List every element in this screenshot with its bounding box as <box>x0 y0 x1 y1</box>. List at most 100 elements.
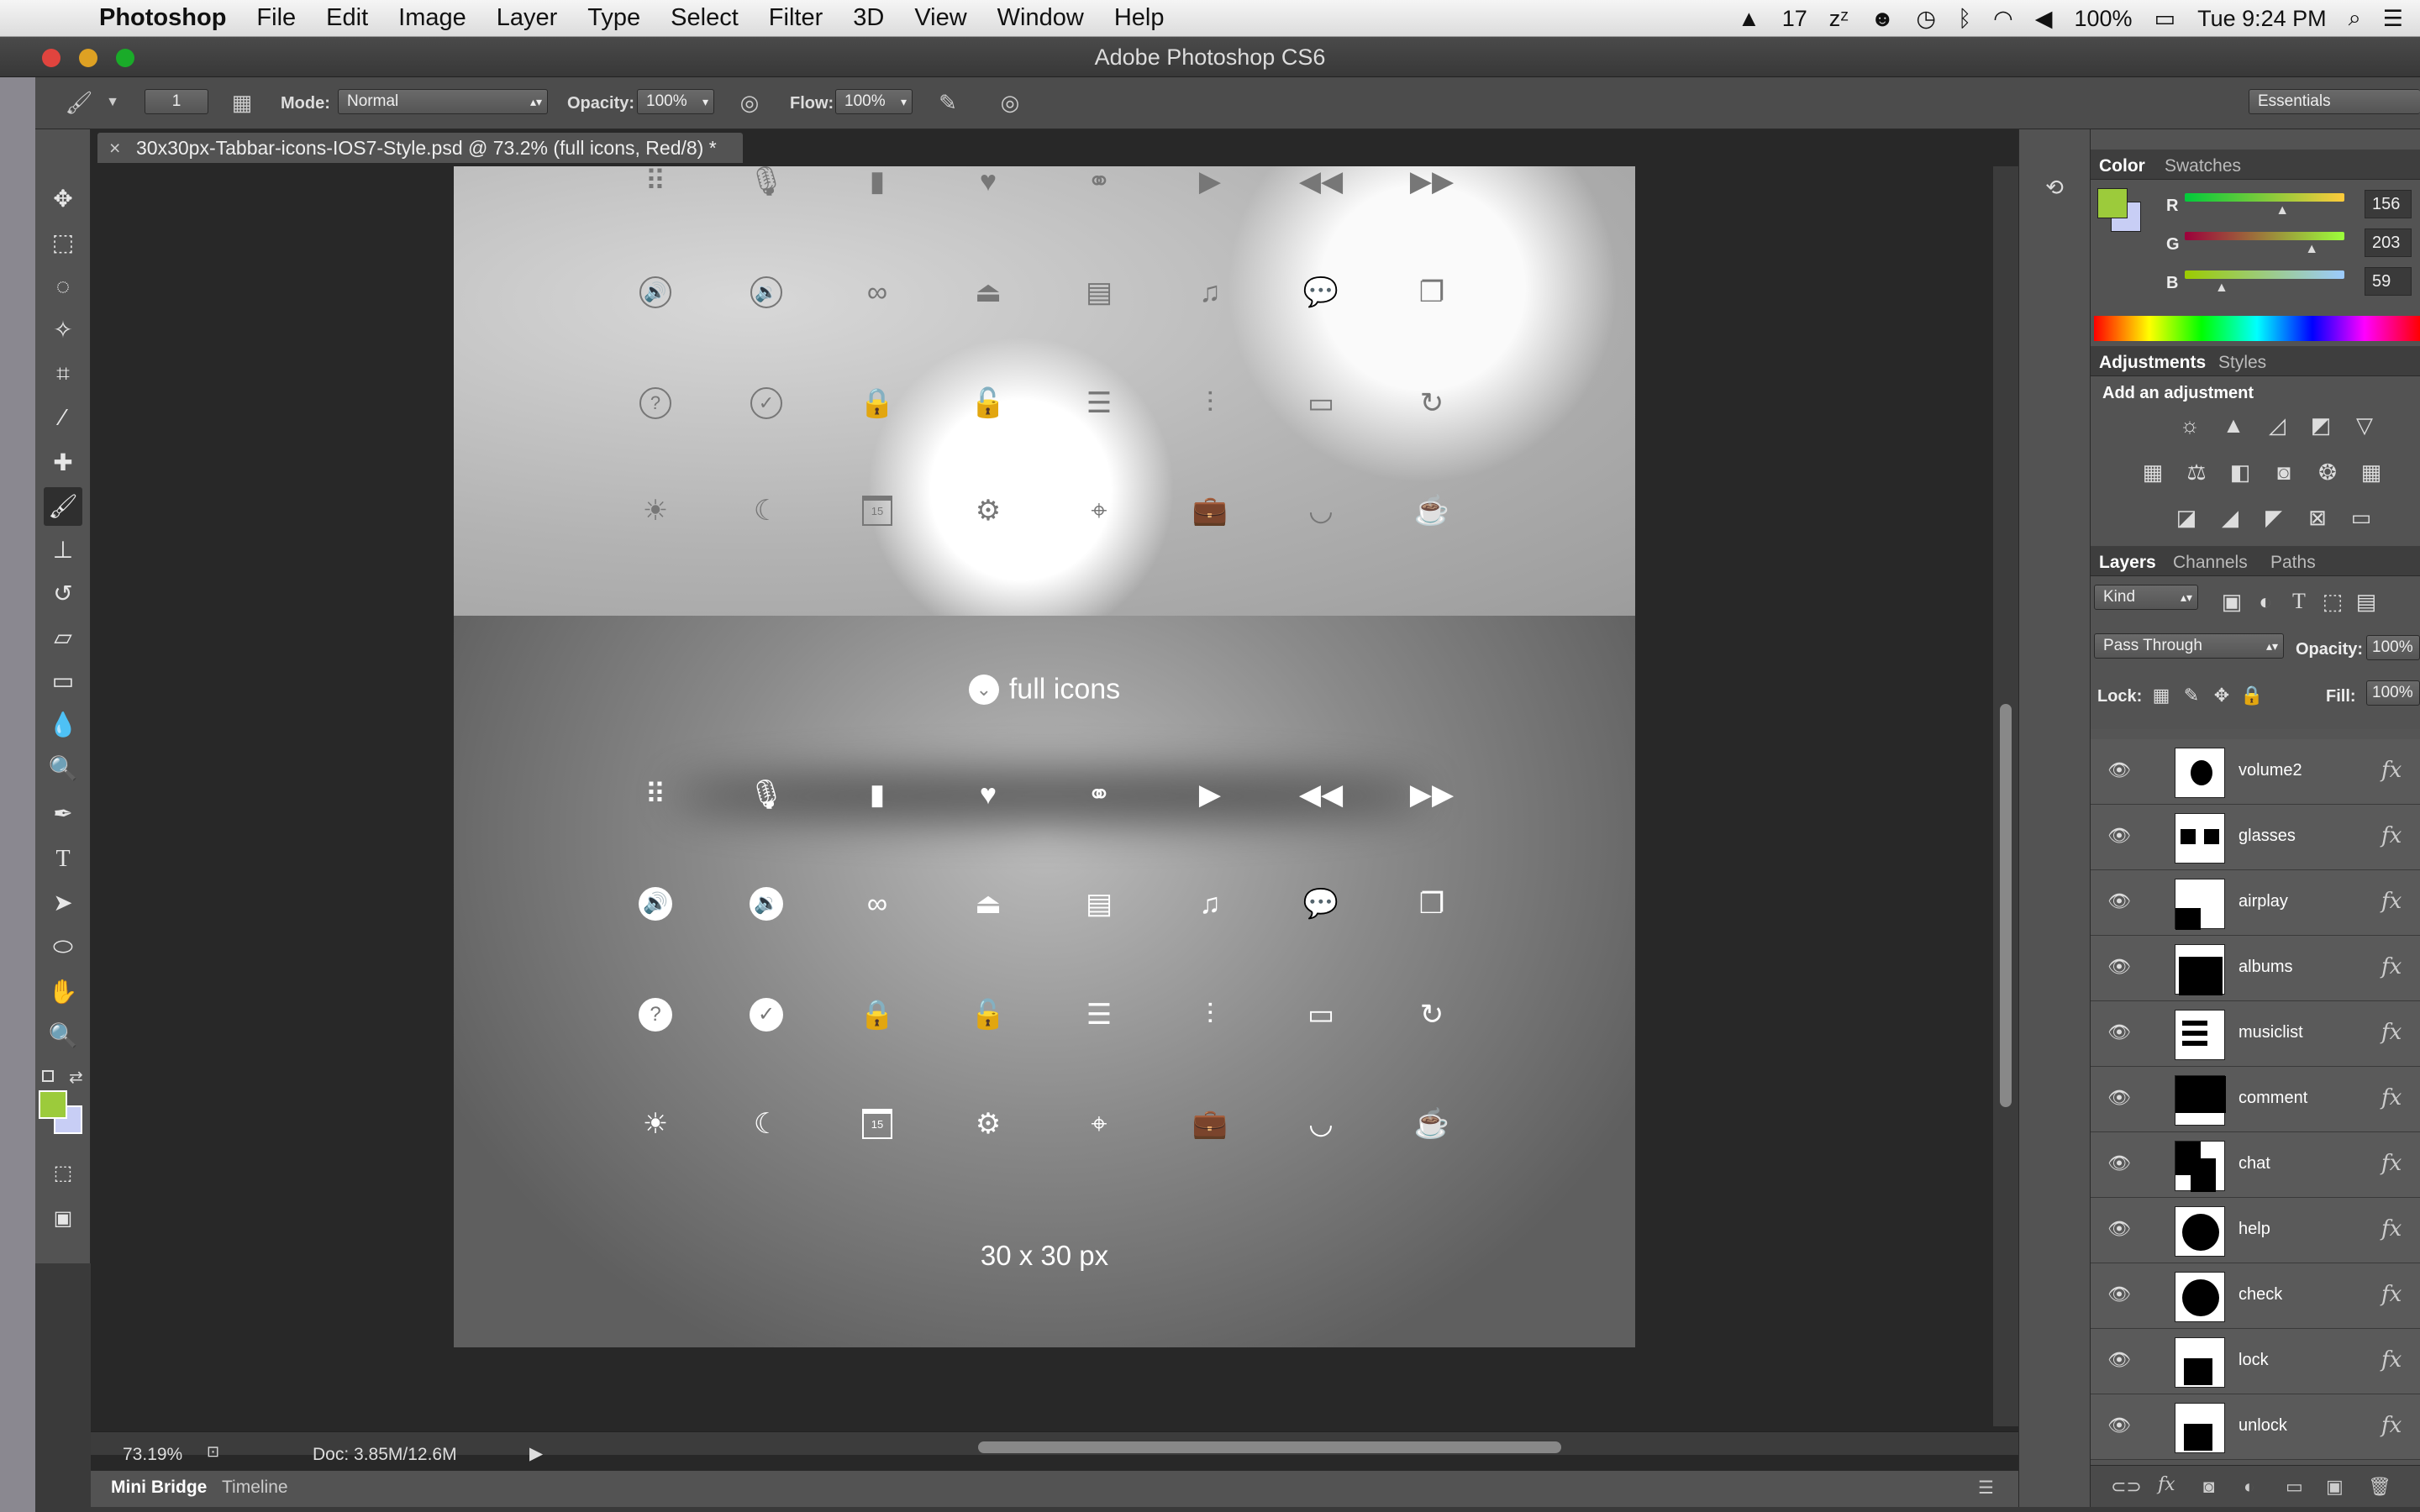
lasso-tool-icon[interactable]: ◌ <box>44 267 82 306</box>
visibility-eye-icon[interactable]: 👁 <box>2107 956 2131 978</box>
layer-effects-icon[interactable]: fx <box>2381 1282 2402 1307</box>
layer-row[interactable]: 👁 glasses fx <box>2091 805 2420 870</box>
horizontal-scroll-thumb[interactable] <box>978 1441 1561 1453</box>
channel-mixer-adjustment-icon[interactable]: ❂ <box>2312 457 2343 487</box>
menu-filter[interactable]: Filter <box>754 4 838 32</box>
layer-name[interactable]: volume2 <box>2238 761 2302 780</box>
color-balance-adjustment-icon[interactable]: ⚖ <box>2181 457 2212 487</box>
tab-swatches[interactable]: Swatches <box>2165 156 2241 176</box>
status-info-icon[interactable]: ⊡ <box>207 1443 219 1461</box>
foreground-color-swatch[interactable] <box>39 1090 67 1119</box>
swap-colors-icon[interactable]: ⇄ <box>69 1067 83 1088</box>
document-canvas[interactable]: ⠿ 🎙 ▮ ♥ ⚭ ▶ ◀◀ ▶▶ 🔊 🔉 ∞ ⏏ ▤ ♫ 💬 ❐? ✓ 🔒 🔓 ☰ ⫶ ▭ ↻ ☀ ☾ 15 ⚙ ⌖ 💼 ◡ ☕ ⌄ ful… <box>454 166 1635 1347</box>
lock-transparency-icon[interactable]: ▦ <box>2146 680 2176 711</box>
preset-dropdown-icon[interactable]: ▼ <box>97 87 128 118</box>
layer-name[interactable]: lock <box>2238 1351 2269 1370</box>
new-layer-icon[interactable]: ▣ <box>2326 1476 2344 1498</box>
wifi-icon[interactable]: ◠ <box>1993 6 2013 32</box>
layer-effects-icon[interactable]: fx <box>2381 1020 2402 1045</box>
visibility-eye-icon[interactable]: 👁 <box>2107 825 2131 847</box>
layer-effects-icon[interactable]: fx <box>2381 1413 2402 1438</box>
visibility-eye-icon[interactable]: 👁 <box>2107 1415 2131 1436</box>
layer-name[interactable]: help <box>2238 1220 2270 1239</box>
layer-name[interactable]: comment <box>2238 1089 2307 1108</box>
hand-tool-icon[interactable]: ✋ <box>44 973 82 1011</box>
layer-row[interactable]: 👁 musiclist fx <box>2091 1001 2420 1067</box>
threshold-adjustment-icon[interactable]: ◤ <box>2259 502 2289 533</box>
blue-slider[interactable] <box>2185 270 2344 279</box>
gradient-map-adjustment-icon[interactable]: ▭ <box>2346 502 2376 533</box>
notification-list-icon[interactable]: ☰ <box>2383 6 2403 32</box>
tab-color[interactable]: Color <box>2099 156 2145 176</box>
visibility-eye-icon[interactable]: 👁 <box>2107 1284 2131 1305</box>
layer-effects-icon[interactable]: fx <box>2381 1151 2402 1176</box>
menu-3d[interactable]: 3D <box>838 4 899 32</box>
smart-object-filter-icon[interactable]: ▤ <box>2351 586 2381 617</box>
visibility-eye-icon[interactable]: 👁 <box>2107 1349 2131 1371</box>
layer-effects-icon[interactable]: fx <box>2381 1347 2402 1373</box>
brush-size-picker[interactable]: 1 <box>145 89 208 114</box>
fill-field[interactable]: 100% <box>2366 680 2420 706</box>
tab-mini-bridge[interactable]: Mini Bridge <box>111 1478 207 1498</box>
layer-style-icon[interactable]: fx <box>2158 1474 2175 1495</box>
mode-select[interactable]: Normal ▴▾ <box>338 89 548 114</box>
invert-adjustment-icon[interactable]: ◪ <box>2171 502 2202 533</box>
marquee-tool-icon[interactable]: ⬚ <box>44 223 82 262</box>
add-mask-icon[interactable]: ◙ <box>2203 1476 2214 1498</box>
menu-select[interactable]: Select <box>655 4 754 32</box>
shape-layer-filter-icon[interactable]: ⬚ <box>2317 586 2348 617</box>
healing-brush-tool-icon[interactable]: ✚ <box>44 444 82 482</box>
close-tab-icon[interactable]: × <box>109 133 120 163</box>
battery-icon[interactable]: ▭ <box>2154 6 2176 32</box>
tab-adjustments[interactable]: Adjustments <box>2099 353 2206 373</box>
red-value-field[interactable]: 156 <box>2365 190 2412 218</box>
menu-app-name[interactable]: Photoshop <box>84 4 241 32</box>
type-layer-filter-icon[interactable]: T <box>2284 586 2314 617</box>
vibrance-adjustment-icon[interactable]: ▽ <box>2349 410 2380 440</box>
curves-adjustment-icon[interactable]: ◿ <box>2262 410 2292 440</box>
layer-effects-icon[interactable]: fx <box>2381 954 2402 979</box>
layer-effects-icon[interactable]: fx <box>2381 1216 2402 1242</box>
tab-paths[interactable]: Paths <box>2270 553 2316 573</box>
tab-layers[interactable]: Layers <box>2099 553 2156 573</box>
workspace-switcher[interactable]: Essentials <box>2249 89 2420 114</box>
red-slider-thumb[interactable]: ▲ <box>2275 203 2289 218</box>
move-tool-icon[interactable]: ✥ <box>44 180 82 218</box>
foreground-color-chip[interactable] <box>2097 188 2128 218</box>
adjustment-layer-filter-icon[interactable]: ◐ <box>2250 586 2281 617</box>
brush-panel-toggle-icon[interactable]: ▦ <box>227 87 257 118</box>
selective-color-adjustment-icon[interactable]: ⊠ <box>2302 502 2333 533</box>
layer-name[interactable]: albums <box>2238 958 2292 977</box>
zoom-level[interactable]: 73.19% <box>123 1445 182 1465</box>
layer-name[interactable]: unlock <box>2238 1416 2287 1436</box>
blue-value-field[interactable]: 59 <box>2365 267 2412 296</box>
default-colors-icon[interactable] <box>42 1070 54 1082</box>
layer-row[interactable]: 👁 comment fx <box>2091 1067 2420 1132</box>
pressure-opacity-icon[interactable]: ◎ <box>734 87 765 118</box>
exposure-adjustment-icon[interactable]: ◩ <box>2306 410 2336 440</box>
spotlight-search-icon[interactable]: ⌕ <box>2349 5 2361 32</box>
menu-help[interactable]: Help <box>1099 4 1180 32</box>
dodge-tool-icon[interactable]: 🔍 <box>44 749 82 788</box>
adobe-icon[interactable]: ▲ <box>1738 6 1760 32</box>
pressure-size-icon[interactable]: ◎ <box>995 87 1025 118</box>
menu-file[interactable]: File <box>241 4 311 32</box>
visibility-eye-icon[interactable]: 👁 <box>2107 759 2131 781</box>
bluetooth-icon[interactable]: ᛒ <box>1958 6 1971 32</box>
photo-filter-adjustment-icon[interactable]: ◙ <box>2269 457 2299 487</box>
color-lookup-adjustment-icon[interactable]: ▦ <box>2356 457 2386 487</box>
blend-mode-select[interactable]: Pass Through ▴▾ <box>2094 633 2284 659</box>
new-group-icon[interactable]: ▭ <box>2286 1476 2303 1498</box>
blur-tool-icon[interactable]: 💧 <box>44 706 82 744</box>
tab-timeline[interactable]: Timeline <box>222 1478 288 1498</box>
blue-slider-thumb[interactable]: ▲ <box>2215 281 2228 296</box>
ellipse-tool-icon[interactable]: ⬭ <box>44 927 82 966</box>
layer-row[interactable]: 👁 chat fx <box>2091 1132 2420 1198</box>
delete-layer-icon[interactable]: 🗑 <box>2368 1476 2391 1498</box>
vertical-scroll-thumb[interactable] <box>2000 704 2012 1107</box>
green-slider[interactable] <box>2185 232 2344 240</box>
layer-name[interactable]: check <box>2238 1285 2282 1305</box>
sleep-icon[interactable]: zᶻ <box>1829 6 1849 32</box>
minimize-window-icon[interactable] <box>79 49 97 67</box>
link-layers-icon[interactable]: ⊂⊃ <box>2111 1476 2142 1498</box>
